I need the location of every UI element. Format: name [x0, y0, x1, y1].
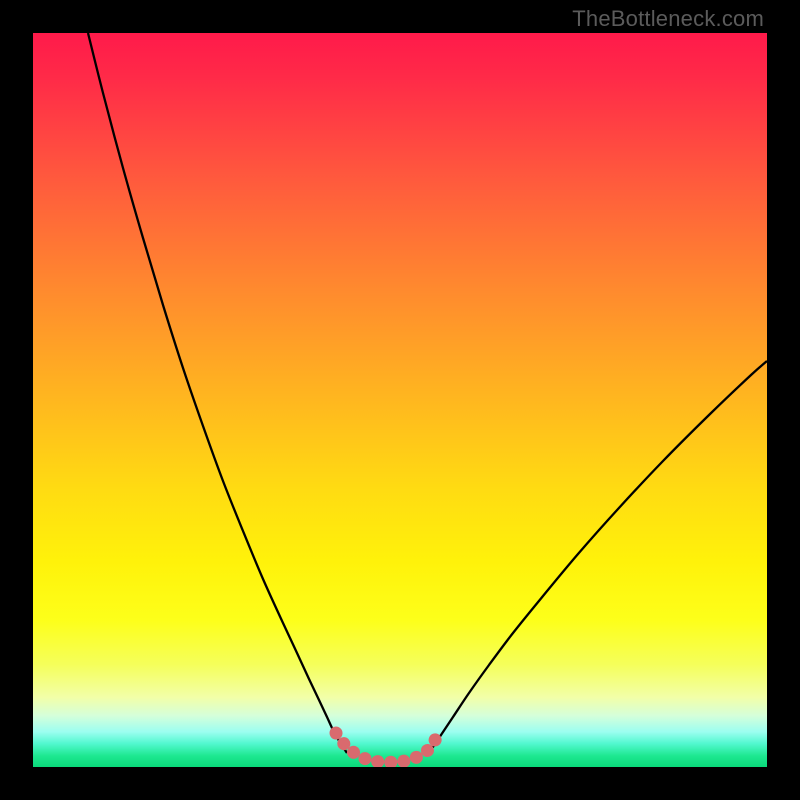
chart-curves [33, 33, 767, 767]
series-right-curve [428, 361, 767, 753]
series-valley-floor-dots [336, 733, 437, 762]
chart-frame: TheBottleneck.com [0, 0, 800, 800]
series-left-curve [88, 33, 347, 753]
plot-area [33, 33, 767, 767]
watermark-text: TheBottleneck.com [572, 6, 764, 32]
